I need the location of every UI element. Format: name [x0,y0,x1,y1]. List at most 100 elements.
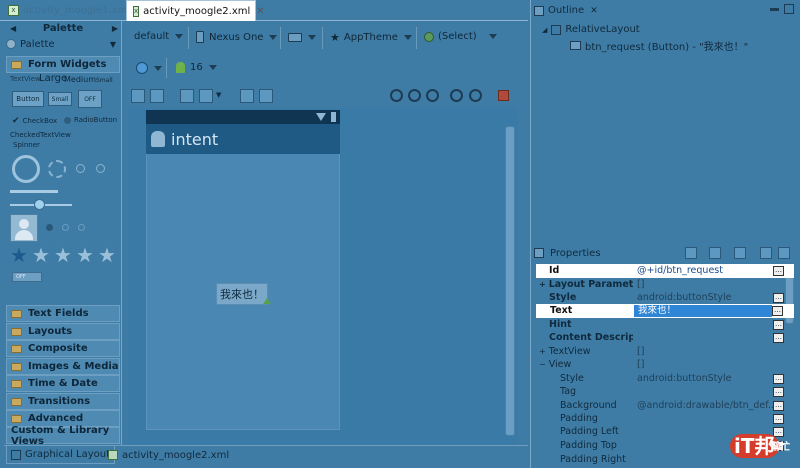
edit-ellipsis-icon[interactable]: … [772,305,783,316]
zoom-fit-icon[interactable] [390,89,403,102]
orientation-dropdown[interactable] [288,33,316,42]
rating-star-icon[interactable]: ★ [54,243,72,267]
palette-category-time-date[interactable]: Time & Date [6,375,120,392]
activity-dropdown[interactable]: (Select) [424,31,497,42]
collapse-left-icon[interactable]: ◀ [10,24,16,33]
progress-small-icon[interactable] [76,164,85,173]
palette-dropdown[interactable]: Palette ▼ [6,37,120,51]
edit-ellipsis-icon[interactable]: … [773,373,784,384]
prop-row-hint[interactable]: Hint … [536,318,794,332]
expand-all-icon[interactable] [760,247,772,259]
palette-category-custom-library[interactable]: Custom & Library Views [6,425,120,447]
palette-category-transitions[interactable]: Transitions [6,393,120,410]
prop-row-content-description[interactable]: Content Descript... … [536,331,794,345]
radio-dot-icon-3[interactable] [78,224,85,231]
zoom-in-icon[interactable] [469,89,482,102]
seekbar-thumb-icon[interactable] [34,199,45,210]
tab-xml-source[interactable]: activity_moogle2.xml [104,446,233,464]
quick-contact-badge[interactable] [10,214,38,242]
theme-dropdown[interactable]: ★ AppTheme [330,31,412,44]
edit-ellipsis-icon[interactable]: … [773,319,784,330]
toggle-fill-height-icon[interactable] [150,89,164,103]
widget-radio-button[interactable]: RadioButton [64,116,117,124]
edit-ellipsis-icon[interactable]: … [773,413,784,424]
canvas-scrollbar[interactable] [505,126,515,436]
prop-row-tag[interactable]: Tag … [536,385,794,399]
close-icon[interactable]: ✕ [590,6,598,16]
zoom-100-icon[interactable] [426,89,439,102]
rating-star-icon[interactable]: ★ [32,243,50,267]
layout-center-icon[interactable] [259,89,273,103]
widget-switch[interactable]: OFF [12,272,42,282]
resize-handle-icon[interactable] [263,298,271,304]
device-dropdown[interactable]: Nexus One [196,31,278,43]
palette-category-composite[interactable]: Composite [6,340,120,357]
toggle-fill-width-icon[interactable] [131,89,145,103]
widget-medium-text[interactable]: Medium [64,75,96,84]
close-icon[interactable]: ✕ [256,6,264,17]
layout-baseline-icon[interactable] [240,89,254,103]
zoom-real-size-icon[interactable] [408,89,421,102]
rating-star-filled-icon[interactable]: ★ [10,243,28,267]
margins-icon[interactable] [199,89,213,103]
locale-dropdown[interactable] [136,62,162,74]
properties-filter-icon[interactable] [685,247,697,259]
radio-dot-icon[interactable] [46,224,53,231]
expand-plus-icon[interactable]: + [539,280,546,289]
tab-graphical-layout[interactable]: Graphical Layout [6,446,116,464]
palette-category-form-widgets[interactable]: Form Widgets [6,56,120,73]
properties-sort-icon[interactable] [709,247,721,259]
outline-tree-root[interactable]: ◢ RelativeLayout [542,24,640,35]
prop-row-layout-params[interactable]: +Layout Parameters [] [536,278,794,292]
progress-bar-horizontal[interactable] [10,190,58,193]
progress-large-icon[interactable] [12,155,40,183]
prop-row-padding[interactable]: Padding … [536,412,794,426]
edit-ellipsis-icon[interactable]: … [773,400,784,411]
minimize-icon[interactable] [770,8,779,11]
widget-small-button[interactable]: Small [48,92,72,106]
error-marker-icon[interactable] [498,90,509,101]
expand-plus-icon[interactable]: + [539,347,546,356]
palette-category-images-media[interactable]: Images & Media [6,358,120,375]
widget-button[interactable]: Button [12,91,44,107]
palette-category-layouts[interactable]: Layouts [6,323,120,340]
zoom-out-icon[interactable] [450,89,463,102]
properties-category-icon[interactable] [734,247,746,259]
tab-activity-moogle2[interactable]: x activity_moogle2.xml ✕ [126,0,265,21]
outline-tab[interactable]: Outline ✕ [534,3,598,18]
widget-large-text[interactable]: Large [39,73,67,84]
config-dropdown[interactable]: default [134,31,184,42]
collapse-right-icon[interactable]: ▶ [112,24,118,33]
palette-category-text-fields[interactable]: Text Fields [6,305,120,322]
widget-small-text[interactable]: Small [96,77,113,84]
edit-ellipsis-icon[interactable]: … [773,265,784,276]
prop-row-text[interactable]: Text 我來也！ … [536,304,794,318]
prop-row-style[interactable]: Style android:buttonStyle … [536,291,794,305]
widget-toggle-button[interactable]: OFF [78,90,102,108]
collapse-all-icon[interactable] [778,247,790,259]
prop-row-textview[interactable]: + TextView [] [536,345,794,359]
progress-medium-icon[interactable] [48,160,66,178]
prop-row-background[interactable]: Background @android:drawable/btn_def... … [536,399,794,413]
distribute-weights-icon[interactable] [180,89,194,103]
widget-checkbox[interactable]: ✔ CheckBox [12,116,57,126]
edit-ellipsis-icon[interactable]: … [773,292,784,303]
collapse-minus-icon[interactable]: − [539,360,546,369]
chevron-down-icon[interactable]: ▼ [216,91,221,99]
rating-star-icon[interactable]: ★ [76,243,94,267]
outline-tree-child[interactable]: btn_request (Button) - "我來也！" [570,38,748,53]
progress-small-icon-2[interactable] [96,164,105,173]
edit-ellipsis-icon[interactable]: … [773,386,784,397]
prop-row-view-style[interactable]: Style android:buttonStyle … [536,372,794,386]
prop-row-view[interactable]: − View [] [536,358,794,372]
edit-ellipsis-icon[interactable]: … [773,332,784,343]
rating-star-icon[interactable]: ★ [98,243,116,267]
preview-button[interactable]: 我來也！ [216,283,268,305]
api-level-dropdown[interactable]: 16 [176,62,217,73]
prop-row-id[interactable]: Id @+id/btn_request … [536,264,794,278]
maximize-icon[interactable] [784,4,794,14]
tab-activity-moogle1[interactable]: x activity_moogle1.xml [2,0,136,20]
widget-checked-textview[interactable]: CheckedTextView [10,131,71,139]
widget-textview[interactable]: TextView [10,75,41,83]
widget-spinner[interactable]: Spinner [13,141,40,149]
